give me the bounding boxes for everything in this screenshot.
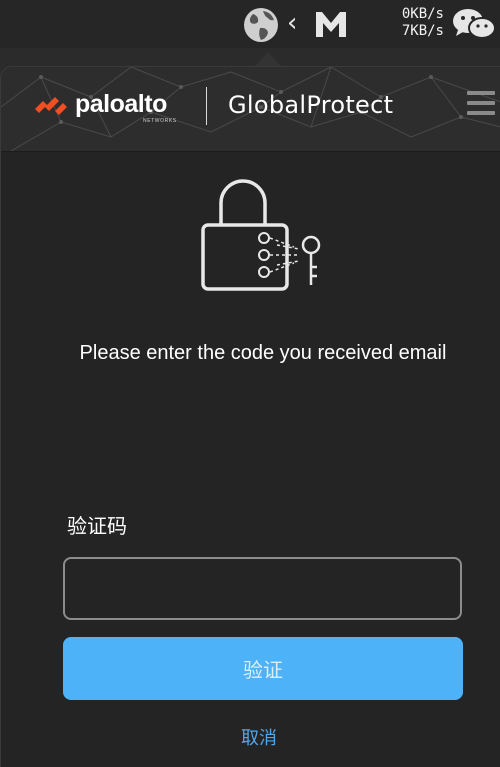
lock-with-key-icon	[201, 179, 321, 291]
wechat-icon[interactable]	[450, 6, 498, 42]
paloalto-logo: paloalto NETWORKS	[35, 89, 195, 129]
verification-code-label: 验证码	[67, 514, 127, 538]
verify-button[interactable]: 验证	[63, 637, 463, 700]
download-speed: 7KB/s	[401, 23, 444, 39]
panel-header: paloalto NETWORKS GlobalProtect	[1, 67, 500, 152]
menu-bar: ‹ 0KB/s 7KB/s	[0, 0, 500, 48]
chevron-left-icon[interactable]: ‹	[287, 8, 301, 38]
network-speed-indicator: 0KB/s 7KB/s	[388, 6, 444, 40]
globe-icon[interactable]	[241, 5, 281, 45]
gmail-m-icon[interactable]	[313, 8, 349, 40]
instruction-message: Please enter the code you received email	[79, 342, 447, 364]
brand-name: paloalto	[75, 90, 167, 118]
paloalto-mark-icon	[35, 97, 67, 115]
header-divider	[206, 87, 207, 125]
hamburger-menu-icon[interactable]	[467, 91, 497, 119]
popover-caret	[254, 52, 282, 67]
upload-speed: 0KB/s	[401, 6, 444, 22]
verification-code-input[interactable]	[63, 557, 462, 620]
brand-subtitle: NETWORKS	[143, 118, 177, 124]
globalprotect-panel: paloalto NETWORKS GlobalProtect Please e	[0, 66, 500, 767]
app-title: GlobalProtect	[228, 91, 394, 119]
cancel-link[interactable]: 取消	[219, 727, 299, 751]
